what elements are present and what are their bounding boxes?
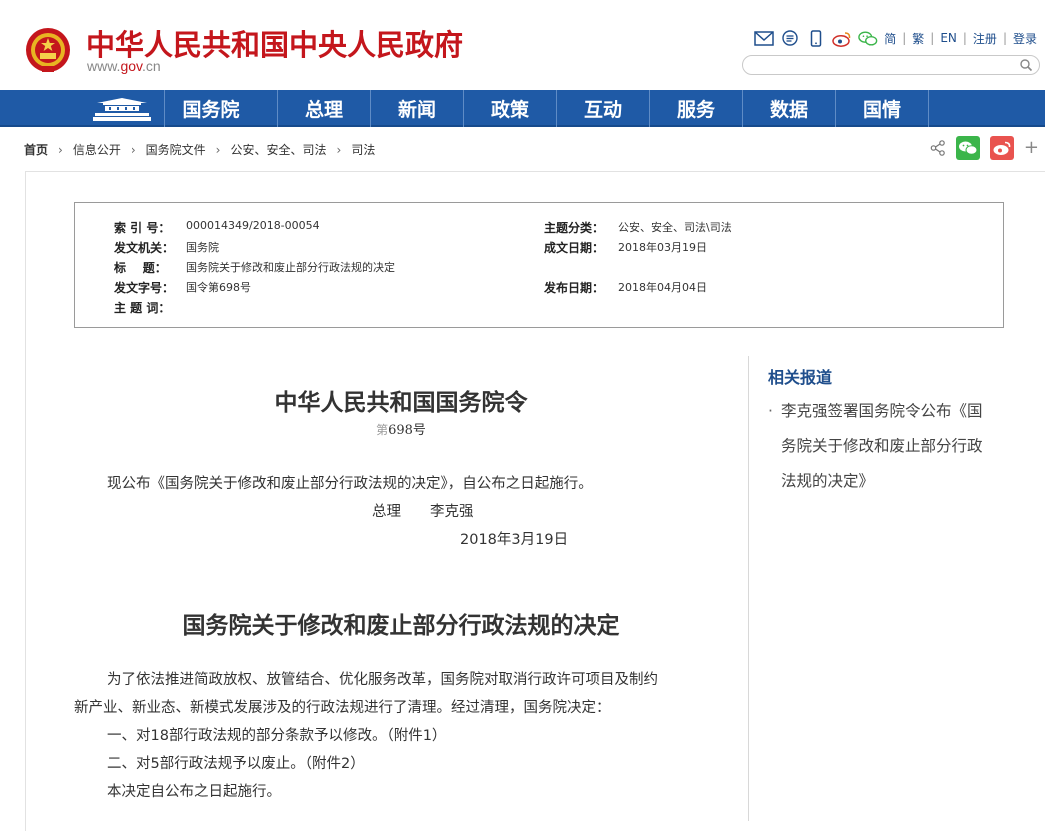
nav-item-interaction[interactable]: 互动: [556, 90, 649, 127]
separator: |: [962, 31, 967, 45]
sign-date: 2018年3月19日: [460, 532, 569, 548]
breadcrumb-home[interactable]: 首页: [24, 141, 48, 158]
nav-item-data[interactable]: 数据: [742, 90, 835, 127]
register-link[interactable]: 注册: [973, 30, 997, 47]
breadcrumb-info-disclosure[interactable]: 信息公开: [73, 141, 121, 158]
wechat-icon[interactable]: [858, 29, 878, 47]
nav-item-policies[interactable]: 政策: [463, 90, 556, 127]
signer-text: 总理 李克强: [372, 504, 474, 520]
share-bar: +: [930, 136, 1039, 160]
wechat-icon: [958, 141, 978, 155]
breadcrumb-judiciary[interactable]: 司法: [351, 141, 375, 158]
search-box: [742, 55, 1040, 75]
order-number: 第698号: [74, 419, 728, 438]
nav-item-premier[interactable]: 总理: [277, 90, 370, 127]
lang-traditional-link[interactable]: 繁: [912, 30, 924, 47]
chevron-right-icon: ›: [58, 142, 63, 157]
decision-item-2: 二、对5部行政法规予以废止。（附件2）: [107, 756, 365, 772]
search-input[interactable]: [753, 58, 1019, 74]
separator: |: [1002, 31, 1007, 45]
index-value: 000014349/2018-00054: [186, 219, 320, 232]
breadcrumb-state-council-docs[interactable]: 国务院文件: [146, 141, 206, 158]
rss-icon[interactable]: [780, 29, 800, 47]
nav-item-state-council[interactable]: 国务院: [164, 90, 257, 127]
domain-suffix: .cn: [142, 58, 161, 74]
weibo-icon: [993, 141, 1011, 155]
chevron-right-icon: ›: [336, 142, 342, 157]
keywords-label: 主 题 词：: [114, 301, 171, 315]
share-weibo-button[interactable]: [989, 136, 1014, 160]
lang-simplified-link[interactable]: 简: [884, 30, 896, 47]
login-link[interactable]: 登录: [1013, 30, 1037, 47]
more-share-icon[interactable]: +: [1024, 139, 1039, 157]
separator: |: [902, 31, 907, 45]
publish-value: 2018年04月04日: [618, 281, 707, 294]
bullet-icon: ·: [768, 402, 773, 420]
lang-english-link[interactable]: EN: [940, 31, 957, 45]
paragraph-line: 新产业、新业态、新模式发展涉及的行政法规进行了清理。经过清理，国务院决定：: [74, 700, 611, 716]
topic-value: 公安、安全、司法\司法: [618, 221, 732, 234]
nav-item-national-info[interactable]: 国情: [835, 90, 928, 127]
order-number-prefix: 第: [376, 423, 389, 437]
issuer-value: 国务院: [186, 241, 219, 254]
order-number-value: 698号: [388, 423, 426, 438]
separator: |: [930, 31, 935, 45]
main-nav: 国务院 总理 新闻 政策 互动 服务 数据 国情: [0, 90, 1045, 127]
domain-prefix: www.: [87, 58, 121, 74]
tiananmen-icon: [93, 97, 151, 121]
closing-text: 本决定自公布之日起施行。: [107, 784, 281, 800]
related-report-line[interactable]: 法规的决定》: [768, 464, 1008, 499]
document-info-box: 索 引 号： 000014349/2018-00054 主题分类： 公安、安全、…: [74, 202, 1004, 328]
nav-item-news[interactable]: 新闻: [370, 90, 463, 127]
site-header: 中华人民共和国中央人民政府 www.gov.cn 简 | 繁 | EN | 注册…: [0, 0, 1045, 90]
breadcrumb-public-security[interactable]: 公安、安全、司法: [230, 141, 326, 158]
column-divider: [748, 356, 749, 821]
related-report-line[interactable]: 务院关于修改和废止部分行政: [768, 429, 1008, 464]
info-topic: 主题分类： 公安、安全、司法\司法: [544, 219, 732, 236]
search-icon[interactable]: [1019, 58, 1033, 72]
decision-item-1: 一、对18部行政法规的部分条款予以修改。（附件1）: [107, 728, 447, 744]
docno-value: 国令第698号: [186, 281, 251, 294]
info-date-written: 成文日期： 2018年03月19日: [544, 239, 707, 256]
info-docno: 发文字号： 国令第698号: [114, 279, 251, 296]
title-label: 标 题：: [114, 261, 167, 275]
weibo-icon[interactable]: [832, 29, 852, 47]
mobile-icon[interactable]: [806, 29, 826, 47]
issuer-label: 发文机关：: [114, 241, 175, 255]
share-wechat-button[interactable]: [955, 136, 980, 160]
docno-label: 发文字号：: [114, 281, 175, 295]
related-report-item[interactable]: · 李克强签署国务院令公布《国 务院关于修改和废止部分行政 法规的决定》: [768, 394, 1008, 499]
document-title: 国务院关于修改和废止部分行政法规的决定: [182, 612, 620, 639]
site-domain[interactable]: www.gov.cn: [87, 58, 161, 74]
info-publish-date: 发布日期： 2018年04月04日: [544, 279, 707, 296]
title-value: 国务院关于修改和废止部分行政法规的决定: [186, 261, 395, 274]
breadcrumb: 首页 › 信息公开 › 国务院文件 › 公安、安全、司法 › 司法: [24, 141, 375, 158]
topic-label: 主题分类：: [544, 221, 605, 235]
nav-home[interactable]: [80, 90, 164, 127]
national-emblem-icon[interactable]: [24, 26, 72, 76]
domain-name: gov: [120, 58, 142, 74]
chevron-right-icon: ›: [215, 142, 221, 157]
related-report-line[interactable]: 李克强签署国务院令公布《国: [768, 394, 1008, 429]
index-label: 索 引 号：: [114, 221, 171, 235]
info-keywords: 主 题 词：: [114, 299, 186, 316]
info-issuer: 发文机关： 国务院: [114, 239, 219, 256]
info-title: 标 题： 国务院关于修改和废止部分行政法规的决定: [114, 259, 395, 276]
date-written-label: 成文日期：: [544, 241, 605, 255]
nav-item-services[interactable]: 服务: [649, 90, 742, 127]
date-written-value: 2018年03月19日: [618, 241, 707, 254]
promulgation-text: 现公布《国务院关于修改和废止部分行政法规的决定》，自公布之日起施行。: [107, 476, 593, 492]
order-title: 中华人民共和国国务院令: [274, 389, 528, 416]
info-index: 索 引 号： 000014349/2018-00054: [114, 219, 320, 236]
mail-icon[interactable]: [754, 29, 774, 47]
share-icon[interactable]: [930, 140, 946, 156]
related-reports-title: 相关报道: [768, 368, 833, 387]
paragraph-line: 为了依法推进简政放权、放管结合、优化服务改革，国务院对取消行政许可项目及制约: [107, 672, 658, 688]
top-tools: 简 | 繁 | EN | 注册 | 登录: [754, 28, 1037, 48]
chevron-right-icon: ›: [130, 142, 136, 157]
nav-divider: [928, 90, 929, 127]
publish-label: 发布日期：: [544, 281, 605, 295]
